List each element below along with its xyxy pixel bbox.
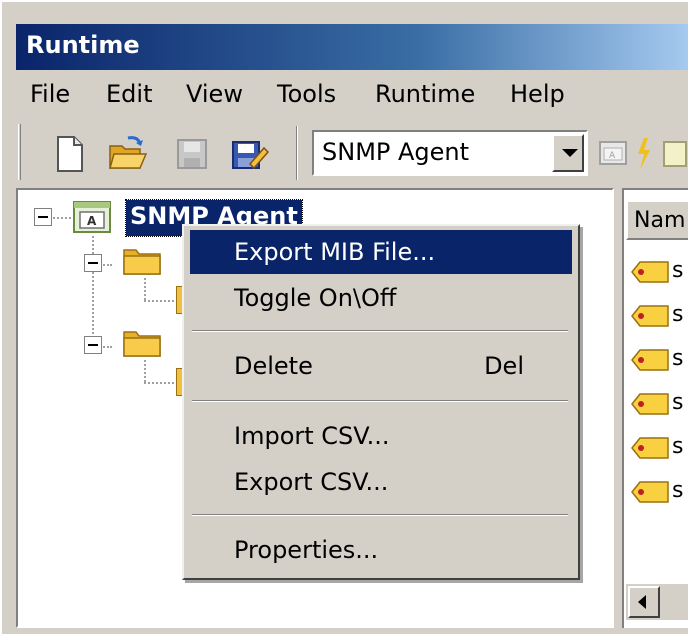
tag-icon: [631, 393, 669, 415]
scroll-left-button[interactable]: [628, 586, 660, 618]
list-item-label: s: [672, 478, 684, 503]
tree-expander-root[interactable]: [34, 208, 52, 226]
tree-expander-folder-2[interactable]: [84, 336, 102, 354]
list-item-label: s: [672, 390, 684, 415]
folder-icon: [122, 242, 162, 282]
menu-item-label: Export CSV...: [234, 468, 389, 496]
tag-icon[interactable]: [658, 136, 688, 176]
menu-runtime[interactable]: Runtime: [371, 80, 479, 108]
menu-item-shortcut: Del: [484, 352, 524, 380]
list-item[interactable]: s: [630, 388, 688, 424]
menu-item-toggle[interactable]: Toggle On\Off: [190, 276, 572, 320]
tag-icon: [631, 261, 669, 283]
menu-tools[interactable]: Tools: [273, 80, 340, 108]
agent-disabled-icon[interactable]: A: [598, 136, 628, 172]
menu-item-label: Toggle On\Off: [234, 284, 397, 312]
list-item-label: s: [672, 302, 684, 327]
title-bar: Runtime: [16, 24, 688, 70]
menu-separator: [192, 400, 568, 402]
menu-separator: [192, 514, 568, 516]
tag-icon: [631, 349, 669, 371]
application-window: Runtime File Edit View Tools Runtime Hel…: [0, 0, 688, 634]
combo-value: SNMP Agent: [322, 138, 470, 166]
list-item[interactable]: s: [630, 256, 688, 292]
new-document-icon[interactable]: [52, 134, 88, 174]
list-item-label: s: [672, 258, 684, 283]
list-item-label: s: [672, 346, 684, 371]
svg-text:A: A: [609, 151, 616, 161]
menu-item-export-mib[interactable]: Export MIB File...: [190, 230, 572, 274]
menu-item-label: Export MIB File...: [234, 238, 436, 266]
menu-help[interactable]: Help: [506, 80, 569, 108]
save-disabled-icon[interactable]: [174, 134, 210, 174]
tag-icon: [631, 481, 669, 503]
tag-icon: [631, 305, 669, 327]
combo-dropdown-button[interactable]: [552, 134, 584, 172]
list-item[interactable]: s: [630, 476, 688, 512]
tag-icon: [631, 437, 669, 459]
list-item-label: s: [672, 434, 684, 459]
list-item[interactable]: s: [630, 432, 688, 468]
pane-splitter[interactable]: [614, 188, 622, 628]
menu-item-export-csv[interactable]: Export CSV...: [190, 460, 572, 504]
svg-text:A: A: [87, 214, 97, 228]
window-title: Runtime: [26, 31, 140, 59]
menu-view[interactable]: View: [182, 80, 247, 108]
save-edit-icon[interactable]: [230, 134, 270, 174]
agent-combobox[interactable]: SNMP Agent: [312, 130, 588, 176]
list-item[interactable]: s: [630, 344, 688, 380]
folder-icon: [122, 324, 162, 364]
menu-item-label: Import CSV...: [234, 422, 390, 450]
agent-icon: A: [72, 198, 112, 240]
horizontal-scrollbar[interactable]: [626, 584, 688, 620]
list-view[interactable]: Nam s s s s s s: [622, 188, 688, 628]
list-item[interactable]: s: [630, 300, 688, 336]
context-menu: Export MIB File... Toggle On\Off Delete …: [182, 224, 580, 580]
menu-edit[interactable]: Edit: [102, 80, 156, 108]
menu-item-label: Properties...: [234, 536, 379, 564]
menu-separator: [192, 330, 568, 332]
menu-item-delete[interactable]: Delete Del: [190, 344, 572, 388]
menu-file[interactable]: File: [26, 80, 74, 108]
menu-item-import-csv[interactable]: Import CSV...: [190, 414, 572, 458]
menu-item-properties[interactable]: Properties...: [190, 528, 572, 572]
open-folder-icon[interactable]: [108, 134, 148, 174]
menu-item-label: Delete: [234, 352, 313, 380]
toolbar: SNMP Agent A: [16, 120, 688, 188]
column-header-name[interactable]: Nam: [626, 200, 688, 240]
lightning-icon[interactable]: [634, 136, 654, 176]
chevron-left-icon: [638, 595, 646, 609]
menu-bar: File Edit View Tools Runtime Help: [16, 72, 688, 120]
toolbar-grip[interactable]: [18, 124, 21, 180]
tree-expander-folder-1[interactable]: [84, 254, 102, 272]
toolbar-separator: [296, 126, 298, 180]
chevron-down-icon: [562, 149, 578, 157]
